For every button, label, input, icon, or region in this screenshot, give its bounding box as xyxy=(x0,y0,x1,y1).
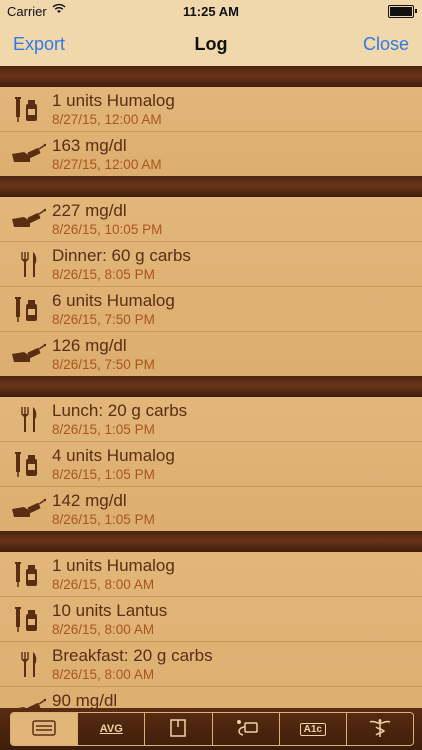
section-header xyxy=(0,66,422,87)
glucose-meter-icon xyxy=(10,695,47,708)
entry-title: 1 units Humalog xyxy=(52,556,175,575)
entry-title: 10 units Lantus xyxy=(52,601,168,620)
insulin-icon xyxy=(10,560,46,588)
fork-knife-icon xyxy=(10,405,46,433)
insulin-icon xyxy=(10,95,46,123)
entry-timestamp: 8/26/15, 7:50 PM xyxy=(52,357,155,372)
page-title: Log xyxy=(194,34,228,54)
entry-timestamp: 8/26/15, 8:00 AM xyxy=(52,622,155,637)
section-header xyxy=(0,531,422,552)
caduceus-icon xyxy=(367,718,393,741)
section-rows: 1 units Humalog 8/27/15, 12:00 AM 163 mg/d… xyxy=(0,87,422,176)
entry-timestamp: 8/26/15, 1:05 PM xyxy=(52,512,155,527)
entry-timestamp: 8/26/15, 1:05 PM xyxy=(52,467,155,482)
log-list[interactable]: 1 units Humalog 8/27/15, 12:00 AM 163 mg/d… xyxy=(0,66,422,708)
entry-timestamp: 8/26/15, 8:05 PM xyxy=(52,267,155,282)
section-rows: 227 mg/dl 8/26/15, 10:05 PM Dinner: 60 g c… xyxy=(0,197,422,376)
tab-bar: AVG A1c xyxy=(0,708,422,750)
insulin-icon xyxy=(10,450,46,478)
log-entry-row[interactable]: 126 mg/dl 8/26/15, 7:50 PM xyxy=(0,332,422,376)
glucose-meter-icon xyxy=(10,140,47,168)
insulin-icon xyxy=(10,605,46,633)
entry-title: 126 mg/dl xyxy=(52,336,127,355)
section-header xyxy=(0,176,422,197)
entry-timestamp: 8/26/15, 10:05 PM xyxy=(52,222,163,237)
log-entry-row[interactable]: Lunch: 20 g carbs 8/26/15, 1:05 PM xyxy=(0,397,422,442)
fork-knife-icon xyxy=(10,250,46,278)
navigation-bar: Export Log Close xyxy=(0,22,422,67)
entry-title: 90 mg/dl xyxy=(52,691,118,708)
entry-title: Breakfast: 20 g carbs xyxy=(52,646,213,665)
entry-title: 142 mg/dl xyxy=(52,491,127,510)
tab-log-list[interactable] xyxy=(11,713,79,745)
glucose-meter-icon xyxy=(10,205,47,233)
entry-timestamp: 8/26/15, 1:05 PM xyxy=(52,422,155,437)
status-bar: Carrier 11:25 AM xyxy=(0,0,422,22)
entry-title: 163 mg/dl xyxy=(52,136,127,155)
entry-title: 6 units Humalog xyxy=(52,291,175,310)
status-time: 11:25 AM xyxy=(183,4,239,19)
entry-title: Lunch: 20 g carbs xyxy=(52,401,188,420)
log-entry-row[interactable]: 1 units Humalog 8/26/15, 8:00 AM xyxy=(0,552,422,597)
entry-title: 227 mg/dl xyxy=(52,201,127,220)
insulin-icon xyxy=(10,295,46,323)
glucose-meter-icon xyxy=(10,340,47,368)
tab-a1c[interactable]: A1c xyxy=(280,713,347,745)
log-entry-row[interactable]: 142 mg/dl 8/26/15, 1:05 PM xyxy=(0,487,422,531)
fork-knife-icon xyxy=(10,650,46,678)
average-icon: AVG xyxy=(99,723,123,735)
close-button[interactable]: Close xyxy=(363,34,409,55)
tab-group: AVG A1c xyxy=(10,712,414,746)
tab-box[interactable] xyxy=(145,713,213,745)
section-rows: Lunch: 20 g carbs 8/26/15, 1:05 PM 4 units… xyxy=(0,397,422,531)
log-entry-row[interactable]: 163 mg/dl 8/27/15, 12:00 AM xyxy=(0,132,422,176)
log-entry-row[interactable]: 10 units Lantus 8/26/15, 8:00 AM xyxy=(0,597,422,642)
a1c-icon: A1c xyxy=(299,722,326,736)
entry-timestamp: 8/26/15, 7:50 PM xyxy=(52,312,155,327)
log-entry-row[interactable]: Dinner: 60 g carbs 8/26/15, 8:05 PM xyxy=(0,242,422,287)
entry-title: Dinner: 60 g carbs xyxy=(52,246,191,265)
log-entry-row[interactable]: 1 units Humalog 8/27/15, 12:00 AM xyxy=(0,87,422,132)
log-entry-row[interactable]: 90 mg/dl xyxy=(0,687,422,708)
box-icon xyxy=(165,718,191,741)
log-entry-row[interactable]: 227 mg/dl 8/26/15, 10:05 PM xyxy=(0,197,422,242)
log-entry-row[interactable]: 6 units Humalog 8/26/15, 7:50 PM xyxy=(0,287,422,332)
log-entry-row[interactable]: 4 units Humalog 8/26/15, 1:05 PM xyxy=(0,442,422,487)
entry-title: 4 units Humalog xyxy=(52,446,175,465)
tab-meter-device[interactable] xyxy=(213,713,280,745)
tab-average[interactable]: AVG xyxy=(78,713,146,745)
battery-icon xyxy=(388,5,417,18)
entry-timestamp: 8/26/15, 8:00 AM xyxy=(52,577,155,592)
log-list-icon xyxy=(31,718,57,741)
section-rows: 1 units Humalog 8/26/15, 8:00 AM 10 units … xyxy=(0,552,422,708)
tab-caduceus[interactable] xyxy=(347,713,413,745)
glucose-meter-icon xyxy=(10,495,47,523)
section-header xyxy=(0,376,422,397)
entry-timestamp: 8/26/15, 8:00 AM xyxy=(52,667,155,682)
entry-title: 1 units Humalog xyxy=(52,91,175,110)
entry-timestamp: 8/27/15, 12:00 AM xyxy=(52,157,162,172)
entry-timestamp: 8/27/15, 12:00 AM xyxy=(52,112,162,127)
meter-device-icon xyxy=(233,718,259,741)
log-entry-row[interactable]: Breakfast: 20 g carbs 8/26/15, 8:00 AM xyxy=(0,642,422,687)
